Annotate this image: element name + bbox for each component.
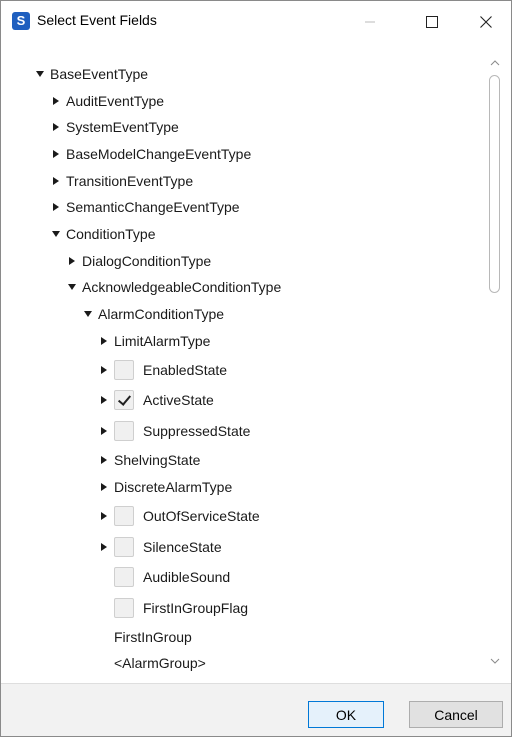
tree-node-label: SystemEventType <box>66 119 179 135</box>
expand-toggle-icon[interactable] <box>49 231 62 237</box>
dialog-window: S Select Event Fields BaseEventType Audi… <box>0 0 512 737</box>
expand-toggle-icon[interactable] <box>97 483 110 491</box>
tree-node-label: BaseModelChangeEventType <box>66 146 252 162</box>
tree-node-label: EnabledState <box>143 362 228 378</box>
expand-toggle-icon[interactable] <box>65 284 78 290</box>
tree-node-basemodelchangeeventtype[interactable]: BaseModelChangeEventType <box>49 141 251 167</box>
close-button[interactable] <box>463 1 509 42</box>
tree-node-label: FirstInGroup <box>114 629 192 645</box>
enabledstate-checkbox[interactable] <box>114 360 134 380</box>
expand-toggle-icon[interactable] <box>97 366 110 374</box>
expand-toggle-icon[interactable] <box>97 337 110 345</box>
tree-node-label: AcknowledgeableConditionType <box>82 279 282 295</box>
tree-node-label: FirstInGroupFlag <box>143 600 249 616</box>
tree-node-label: <AlarmGroup> <box>114 655 206 671</box>
tree-node-label: AudibleSound <box>143 569 231 585</box>
tree-node-conditiontype[interactable]: ConditionType <box>49 221 156 247</box>
firstingroupflag-checkbox[interactable] <box>114 598 134 618</box>
tree-node-dialogconditiontype[interactable]: DialogConditionType <box>65 248 211 274</box>
tree-node-label: AuditEventType <box>66 93 165 109</box>
tree-node-outofservicestate[interactable]: OutOfServiceState <box>97 502 260 530</box>
vertical-scrollbar[interactable] <box>486 55 503 669</box>
tree-node-shelvingstate[interactable]: ShelvingState <box>97 447 200 473</box>
tree-node-label: SuppressedState <box>143 423 251 439</box>
tree-node-label: OutOfServiceState <box>143 508 260 524</box>
tree-node-label: SemanticChangeEventType <box>66 199 240 215</box>
tree-node-label: LimitAlarmType <box>114 333 211 349</box>
expand-toggle-icon[interactable] <box>65 257 78 265</box>
tree-node-label: DiscreteAlarmType <box>114 479 233 495</box>
expand-toggle-icon[interactable] <box>49 97 62 105</box>
scroll-up-button[interactable] <box>486 55 503 71</box>
expand-toggle-icon[interactable] <box>97 456 110 464</box>
minimize-button[interactable] <box>347 1 393 42</box>
tree-node-semanticchangeeventtype[interactable]: SemanticChangeEventType <box>49 194 240 220</box>
tree-node-firstingroupflag[interactable]: FirstInGroupFlag <box>114 594 248 622</box>
tree-node-enabledstate[interactable]: EnabledState <box>97 356 227 384</box>
tree-node-label: ShelvingState <box>114 452 201 468</box>
expand-toggle-icon[interactable] <box>81 311 94 317</box>
expand-toggle-icon[interactable] <box>97 396 110 404</box>
tree-node-auditeventtype[interactable]: AuditEventType <box>49 88 164 114</box>
dialog-footer: OK Cancel <box>1 683 511 736</box>
chevron-down-icon <box>490 658 499 664</box>
expand-toggle-icon[interactable] <box>49 177 62 185</box>
outofservicestate-checkbox[interactable] <box>114 506 134 526</box>
tree-node-label: ConditionType <box>66 226 156 242</box>
tree-node-discretealarmtype[interactable]: DiscreteAlarmType <box>97 474 232 500</box>
tree-node-acknowledgeableconditiontype[interactable]: AcknowledgeableConditionType <box>65 274 281 300</box>
tree-node-silencestate[interactable]: SilenceState <box>97 533 222 561</box>
minimize-icon <box>365 21 375 22</box>
maximize-icon <box>426 15 438 28</box>
tree-node-baseeventtype[interactable]: BaseEventType <box>33 61 148 87</box>
expand-toggle-icon[interactable] <box>49 150 62 158</box>
tree-node-label: ActiveState <box>143 392 214 408</box>
activestate-checkbox[interactable] <box>114 390 134 410</box>
tree-node-suppressedstate[interactable]: SuppressedState <box>97 417 250 445</box>
expand-toggle-icon[interactable] <box>97 543 110 551</box>
tree-node-alarmgroup[interactable]: <AlarmGroup> <box>114 650 206 673</box>
tree-node-label: BaseEventType <box>50 66 149 82</box>
tree-node-systemeventtype[interactable]: SystemEventType <box>49 114 179 140</box>
expand-toggle-icon[interactable] <box>33 71 46 77</box>
audiblesound-checkbox[interactable] <box>114 567 134 587</box>
event-fields-tree: BaseEventType AuditEventType SystemEvent… <box>21 49 483 673</box>
title-bar[interactable]: S Select Event Fields <box>1 1 511 42</box>
tree-node-firstingroup[interactable]: FirstInGroup <box>114 624 192 650</box>
maximize-button[interactable] <box>409 1 455 42</box>
silencestate-checkbox[interactable] <box>114 537 134 557</box>
tree-node-label: TransitionEventType <box>66 173 194 189</box>
expand-toggle-icon[interactable] <box>97 512 110 520</box>
expand-toggle-icon[interactable] <box>49 203 62 211</box>
tree-node-alarmconditiontype[interactable]: AlarmConditionType <box>81 301 224 327</box>
tree-node-audiblesound[interactable]: AudibleSound <box>114 563 230 591</box>
suppressedstate-checkbox[interactable] <box>114 421 134 441</box>
app-icon: S <box>12 12 30 30</box>
cancel-button[interactable]: Cancel <box>409 701 503 728</box>
tree-node-label: DialogConditionType <box>82 253 212 269</box>
scroll-down-button[interactable] <box>486 653 503 669</box>
tree-node-limitalarmtype[interactable]: LimitAlarmType <box>97 328 210 354</box>
close-icon <box>480 15 492 28</box>
chevron-up-icon <box>490 60 499 66</box>
tree-node-activestate[interactable]: ActiveState <box>97 386 214 414</box>
expand-toggle-icon[interactable] <box>49 123 62 131</box>
tree-node-label: SilenceState <box>143 539 222 555</box>
tree-node-label: AlarmConditionType <box>98 306 225 322</box>
ok-button[interactable]: OK <box>308 701 384 728</box>
expand-toggle-icon[interactable] <box>97 427 110 435</box>
window-title: Select Event Fields <box>37 12 157 28</box>
scrollbar-thumb[interactable] <box>489 75 500 293</box>
tree-node-transitioneventtype[interactable]: TransitionEventType <box>49 168 193 194</box>
